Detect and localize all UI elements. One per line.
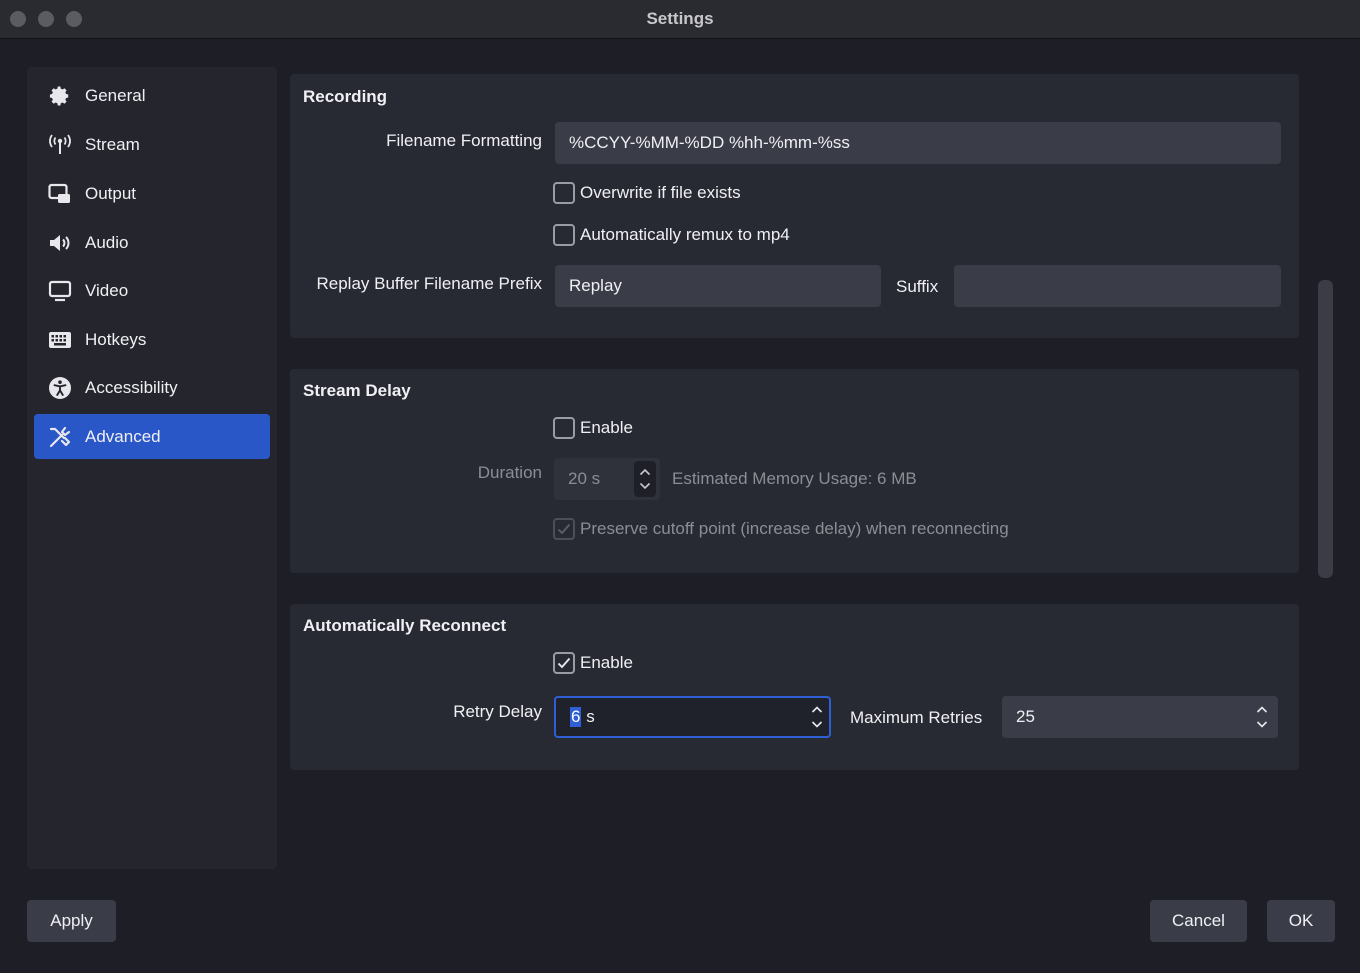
- sidebar-item-label: Accessibility: [85, 377, 178, 397]
- auto-reconnect-group: Automatically Reconnect Enable Retry Del…: [290, 604, 1299, 770]
- stream-delay-enable-checkbox[interactable]: [553, 417, 575, 439]
- ok-button[interactable]: OK: [1267, 900, 1335, 942]
- group-title-auto-reconnect: Automatically Reconnect: [303, 616, 507, 635]
- overwrite-checkbox-row[interactable]: Overwrite if file exists: [553, 182, 741, 204]
- broadcast-icon: [47, 132, 73, 158]
- duration-spinbox[interactable]: 20 s: [554, 458, 660, 500]
- sidebar-item-label: Stream: [85, 134, 140, 154]
- sidebar-item-label: Audio: [85, 232, 129, 252]
- reconnect-enable-checkbox[interactable]: [553, 652, 575, 674]
- max-retries-spinbox[interactable]: 25: [1002, 696, 1278, 738]
- sidebar-item-label: Output: [85, 183, 137, 203]
- max-retries-value: 25: [1016, 707, 1035, 726]
- sidebar-item-accessibility[interactable]: Accessibility: [34, 365, 270, 410]
- stream-delay-enable-row[interactable]: Enable: [553, 417, 633, 439]
- remux-checkbox[interactable]: [553, 224, 575, 246]
- remux-label: Automatically remux to mp4: [580, 225, 790, 244]
- gear-icon: [47, 83, 73, 109]
- checkmark-icon: [557, 523, 571, 535]
- sidebar-item-stream[interactable]: Stream: [34, 122, 270, 167]
- reconnect-enable-row[interactable]: Enable: [553, 652, 633, 674]
- keyboard-icon: [47, 327, 73, 353]
- recording-group: Recording Filename Formatting %CCYY-%MM-…: [290, 74, 1299, 338]
- apply-button[interactable]: Apply: [27, 900, 116, 942]
- sidebar-item-label: Advanced: [85, 426, 161, 446]
- remux-checkbox-row[interactable]: Automatically remux to mp4: [553, 224, 790, 246]
- window-title: Settings: [646, 9, 714, 28]
- chevron-up-icon[interactable]: [639, 468, 651, 476]
- tools-icon: [47, 424, 73, 450]
- chevron-up-icon[interactable]: [811, 706, 823, 714]
- sidebar-item-audio[interactable]: Audio: [34, 220, 270, 265]
- sidebar-item-advanced[interactable]: Advanced: [34, 414, 270, 459]
- cancel-button[interactable]: Cancel: [1150, 900, 1247, 942]
- preserve-cutoff-checkbox[interactable]: [553, 518, 575, 540]
- chevron-up-icon[interactable]: [1256, 706, 1268, 714]
- stream-delay-group: Stream Delay Enable Duration 20 s Estima…: [290, 369, 1299, 573]
- replay-prefix-input[interactable]: Replay: [555, 265, 881, 307]
- duration-value: 20 s: [568, 469, 601, 488]
- duration-label: Duration: [477, 463, 542, 482]
- overwrite-checkbox[interactable]: [553, 182, 575, 204]
- chevron-down-icon[interactable]: [811, 721, 823, 729]
- sidebar-item-general[interactable]: General: [34, 73, 270, 118]
- sidebar-item-label: General: [85, 85, 146, 105]
- filename-formatting-label: Filename Formatting: [386, 131, 542, 150]
- retry-delay-unit: s: [581, 707, 595, 726]
- accessibility-icon: [47, 375, 73, 401]
- suffix-label: Suffix: [896, 277, 939, 296]
- content-scrollbar[interactable]: [1318, 280, 1333, 578]
- overwrite-label: Overwrite if file exists: [580, 183, 741, 202]
- speaker-icon: [47, 230, 73, 256]
- chevron-down-icon[interactable]: [1256, 721, 1268, 729]
- output-icon: [47, 181, 73, 207]
- filename-formatting-input[interactable]: %CCYY-%MM-%DD %hh-%mm-%ss: [555, 122, 1281, 164]
- preserve-cutoff-label: Preserve cutoff point (increase delay) w…: [580, 519, 1009, 538]
- monitor-icon: [47, 278, 73, 304]
- checkmark-icon: [557, 657, 571, 669]
- sidebar-item-hotkeys[interactable]: Hotkeys: [34, 317, 270, 362]
- reconnect-enable-label: Enable: [580, 653, 633, 672]
- sidebar-item-label: Video: [85, 280, 129, 300]
- retry-delay-selected-text: 6: [570, 707, 582, 727]
- sidebar-item-output[interactable]: Output: [34, 171, 270, 216]
- preserve-cutoff-row[interactable]: Preserve cutoff point (increase delay) w…: [553, 518, 1009, 540]
- duration-stepper[interactable]: [634, 461, 656, 497]
- memory-usage-text: Estimated Memory Usage: 6 MB: [672, 469, 917, 488]
- retry-delay-spinbox[interactable]: 6 s: [554, 696, 831, 738]
- sidebar-item-video[interactable]: Video: [34, 268, 270, 313]
- settings-sidebar: General Stream Output Audio Video Hotkey…: [27, 67, 277, 869]
- retry-delay-label: Retry Delay: [453, 702, 542, 721]
- group-title-stream-delay: Stream Delay: [303, 381, 411, 400]
- group-title-recording: Recording: [303, 87, 388, 106]
- chevron-down-icon[interactable]: [639, 482, 651, 490]
- sidebar-item-label: Hotkeys: [85, 329, 147, 349]
- max-retries-label: Maximum Retries: [850, 708, 983, 727]
- retry-delay-stepper[interactable]: [811, 706, 823, 729]
- suffix-input[interactable]: [954, 265, 1281, 307]
- stream-delay-enable-label: Enable: [580, 418, 633, 437]
- replay-prefix-label: Replay Buffer Filename Prefix: [316, 274, 542, 293]
- max-retries-stepper[interactable]: [1256, 706, 1268, 729]
- title-bar: Settings: [0, 0, 1360, 39]
